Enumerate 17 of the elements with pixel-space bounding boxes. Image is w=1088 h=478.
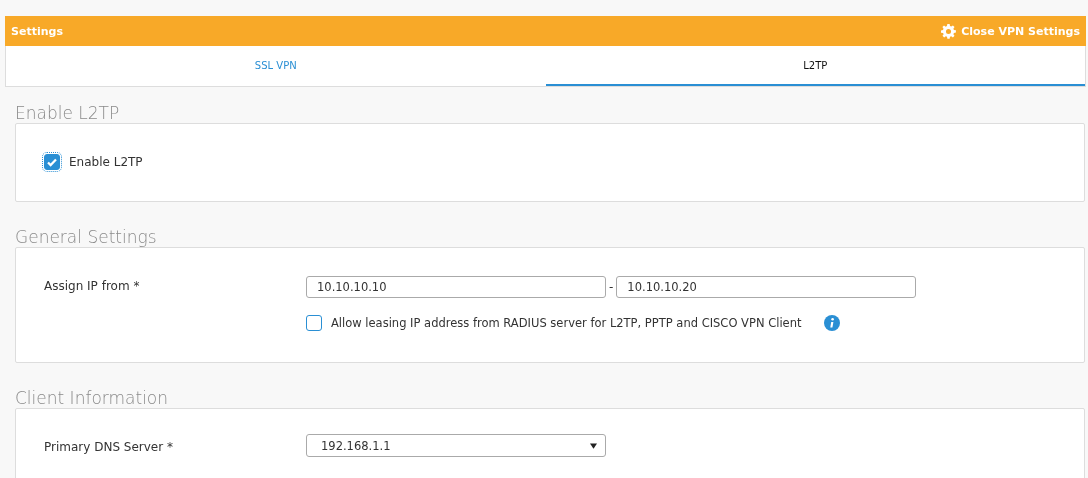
header-title: Settings: [11, 24, 63, 38]
info-icon[interactable]: [824, 315, 841, 331]
gear-icon: [941, 23, 957, 39]
input-field[interactable]: 10.10.10.20: [616, 276, 917, 298]
field-label: Assign IP from *: [44, 278, 141, 293]
dns-select[interactable]: 192.168.1.1: [306, 434, 606, 457]
field-label: Primary DNS Server *: [44, 439, 174, 454]
section-title: General Settings: [15, 226, 158, 247]
checkbox[interactable]: [306, 315, 322, 331]
checkbox-label: Enable L2TP: [68, 155, 143, 169]
caret-icon: [590, 442, 597, 449]
checkbox-label: Allow leasing IP address from RADIUS server for L2TP, PPTP and CISCO VPN Client: [330, 316, 802, 330]
section-title: Enable L2TP: [15, 102, 121, 123]
section-title: Client Information: [15, 387, 170, 408]
checkbox[interactable]: [44, 154, 60, 170]
input-field[interactable]: 10.10.10.10: [306, 276, 606, 298]
range-separator: -: [609, 280, 614, 294]
